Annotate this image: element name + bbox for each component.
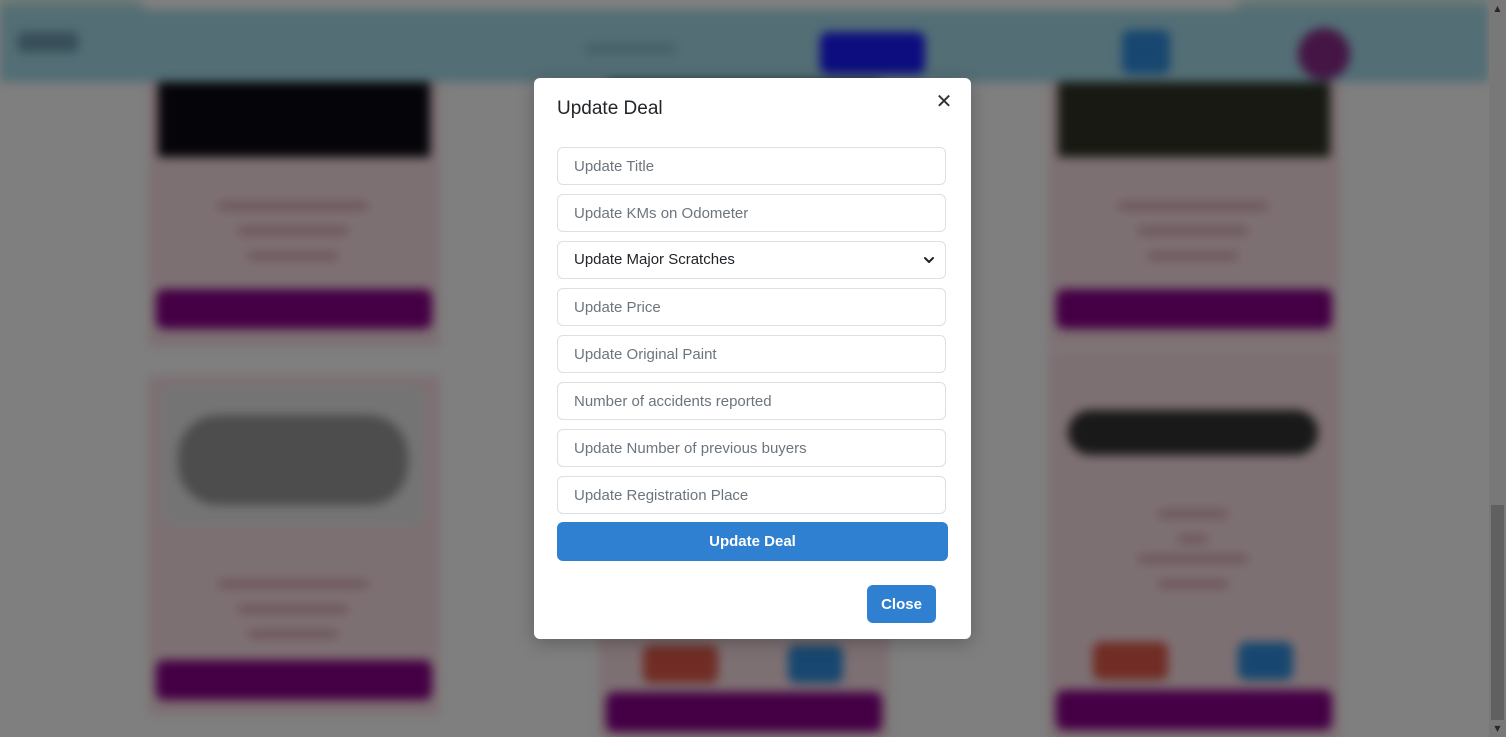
- registration-place-input[interactable]: [557, 476, 946, 514]
- major-scratches-value: Update Major Scratches: [574, 251, 735, 268]
- title-input[interactable]: [557, 147, 946, 185]
- close-icon[interactable]: ✕: [933, 90, 955, 112]
- update-deal-button[interactable]: Update Deal: [557, 522, 948, 561]
- previous-buyers-input[interactable]: [557, 429, 946, 467]
- kms-input[interactable]: [557, 194, 946, 232]
- major-scratches-select[interactable]: Update Major Scratches: [557, 241, 946, 279]
- original-paint-input[interactable]: [557, 335, 946, 373]
- price-input[interactable]: [557, 288, 946, 326]
- modal-title: Update Deal: [557, 98, 663, 119]
- update-deal-modal: Update Deal ✕ Update Major Scratches Upd…: [534, 78, 971, 639]
- chevron-down-icon: [924, 257, 934, 263]
- close-button[interactable]: Close: [867, 585, 936, 623]
- accidents-input[interactable]: [557, 382, 946, 420]
- scrollbar[interactable]: ▲ ▼: [1489, 0, 1506, 737]
